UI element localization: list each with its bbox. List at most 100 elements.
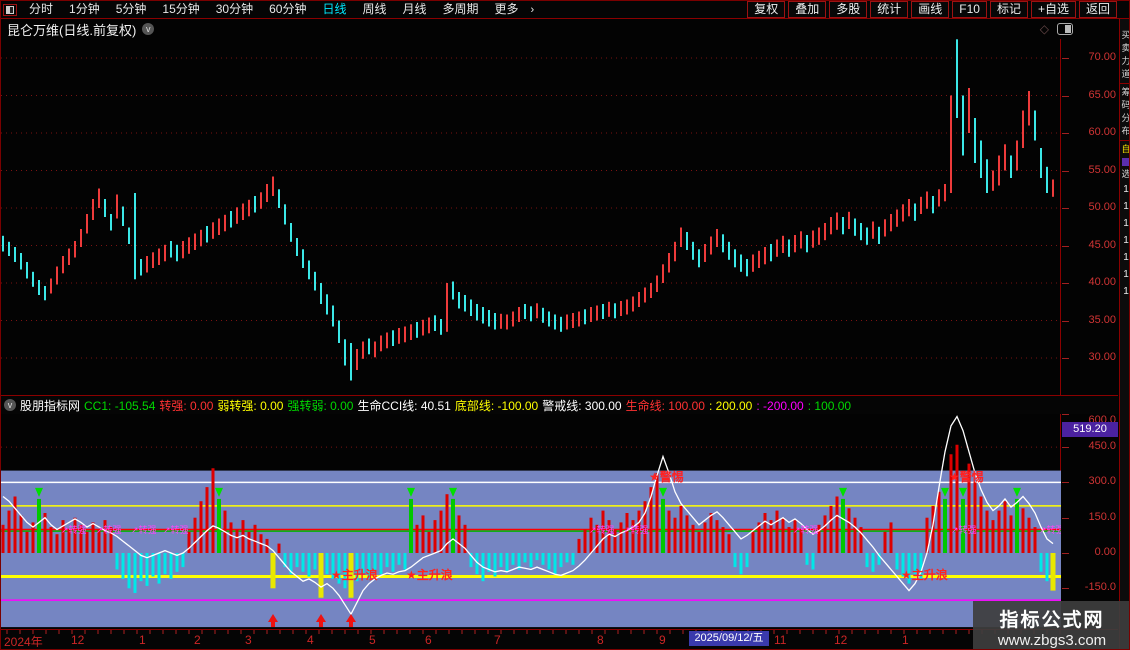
main-candlestick-chart[interactable] bbox=[1, 39, 1061, 395]
svg-text:★主升浪: ★主升浪 bbox=[331, 567, 378, 582]
period-tab-月线[interactable]: 月线 bbox=[395, 1, 435, 18]
period-tab-周线[interactable]: 周线 bbox=[354, 1, 394, 18]
sidebar-list-digit[interactable]: 1 bbox=[1120, 215, 1129, 232]
sidebar-char[interactable]: 买 bbox=[1120, 29, 1129, 42]
period-tab-15分钟[interactable]: 15分钟 bbox=[154, 1, 207, 18]
diamond-icon[interactable]: ◇ bbox=[1040, 22, 1049, 36]
indicator-field: 弱转强: 0.00 bbox=[217, 398, 284, 413]
title-dropdown-icon[interactable]: v bbox=[142, 23, 155, 35]
indicator-field: 生命线: 100.00 bbox=[625, 398, 705, 413]
time-axis-label: 1 bbox=[902, 633, 909, 647]
indicator-field: : 200.00 bbox=[708, 398, 753, 413]
sidebar-char[interactable]: 道 bbox=[1120, 68, 1129, 81]
indicator-axis-label: 300.0 bbox=[1088, 475, 1116, 488]
indicator-field: 警戒线: 300.00 bbox=[542, 398, 622, 413]
price-axis-label: 65.00 bbox=[1088, 88, 1116, 101]
price-axis-label: 30.00 bbox=[1088, 351, 1116, 363]
more-chevron-icon[interactable]: › bbox=[527, 4, 539, 16]
sidebar-tab-active[interactable]: 自 bbox=[1120, 143, 1129, 156]
svg-text:↗转强: ↗转强 bbox=[623, 524, 649, 535]
sidebar-list-digit[interactable]: 1 bbox=[1120, 266, 1129, 283]
svg-text:↗转强: ↗转强 bbox=[793, 524, 819, 535]
time-axis-label: 12 bbox=[834, 633, 848, 647]
price-axis-label: 60.00 bbox=[1088, 126, 1116, 138]
toolbar-button-多股[interactable]: 多股 bbox=[829, 1, 868, 18]
time-axis-label: 7 bbox=[494, 633, 501, 647]
svg-text:↗转强: ↗转强 bbox=[163, 524, 189, 535]
right-sidebar[interactable]: 买卖力道筹码分布自选1111111 bbox=[1119, 19, 1129, 649]
indicator-axis-label: 450.0 bbox=[1088, 440, 1116, 453]
period-tab-1分钟[interactable]: 1分钟 bbox=[61, 1, 108, 18]
period-tab-更多[interactable]: 更多 bbox=[487, 1, 527, 18]
indicator-axis: 600.0 450.0 300.0 150.0 0.00 -150.0 519.20 bbox=[1062, 414, 1118, 629]
price-axis: 70.00 65.00 60.00 55.00 50.00 45.00 40.00 35.00… bbox=[1062, 39, 1118, 395]
time-axis-label: 5 bbox=[369, 633, 376, 647]
split-panel-icon[interactable] bbox=[1057, 23, 1073, 35]
indicator-axis-label: 0.00 bbox=[1094, 546, 1116, 558]
period-tab-60分钟[interactable]: 60分钟 bbox=[261, 1, 314, 18]
sidebar-list-digit[interactable]: 1 bbox=[1120, 198, 1129, 215]
price-axis-label: 70.00 bbox=[1088, 51, 1116, 63]
watermark-url: www.zbgs3.com bbox=[997, 632, 1107, 649]
time-axis-label: 12 bbox=[71, 633, 85, 647]
price-axis-label: 50.00 bbox=[1088, 201, 1116, 213]
indicator-current-value: 519.20 bbox=[1062, 422, 1118, 437]
toolbar-button-叠加[interactable]: 叠加 bbox=[788, 1, 827, 18]
price-axis-label: 55.00 bbox=[1088, 163, 1116, 176]
price-axis-label: 40.00 bbox=[1088, 276, 1116, 288]
indicator-field: 强转弱: 0.00 bbox=[287, 398, 354, 413]
svg-text:★主升浪: ★主升浪 bbox=[901, 567, 948, 582]
period-tab-5分钟[interactable]: 5分钟 bbox=[108, 1, 155, 18]
cci-indicator-chart[interactable]: ★主升浪 ★主升浪 ★主升浪 ★警惕 ★警惕 ↗转强 ↗转强 ↗转强 ↗转强 ↗转强 ↗转强 ↗转强 ↗… bbox=[1, 414, 1065, 629]
sidebar-char[interactable]: 分 bbox=[1120, 112, 1129, 125]
toolbar-button-统计[interactable]: 统计 bbox=[870, 1, 909, 18]
sidebar-char[interactable]: 布 bbox=[1120, 125, 1129, 138]
app-layout-icon[interactable] bbox=[3, 3, 17, 16]
toolbar-button-返回[interactable]: 返回 bbox=[1078, 1, 1117, 18]
sidebar-char[interactable]: 码 bbox=[1120, 99, 1129, 112]
indicator-field: 生命CCI线: 40.51 bbox=[357, 398, 451, 413]
price-axis-label: 45.00 bbox=[1088, 238, 1116, 251]
indicator-field: 底部线: -100.00 bbox=[454, 398, 539, 413]
period-tab-30分钟[interactable]: 30分钟 bbox=[208, 1, 261, 18]
svg-text:↗转强: ↗转强 bbox=[951, 524, 977, 535]
sidebar-char[interactable]: 选 bbox=[1120, 168, 1129, 181]
sidebar-list-digit[interactable]: 1 bbox=[1120, 181, 1129, 198]
toolbar-button-+自选[interactable]: +自选 bbox=[1030, 1, 1076, 18]
selected-date-badge: 2025/09/12/五 bbox=[689, 631, 769, 646]
toolbar-button-F10[interactable]: F10 bbox=[952, 1, 987, 18]
indicator-axis-label: 150.0 bbox=[1088, 510, 1116, 523]
svg-text:↗转强: ↗转强 bbox=[131, 524, 157, 535]
period-tab-日线[interactable]: 日线 bbox=[314, 1, 354, 18]
top-period-toolbar: 分时 1分钟 5分钟 15分钟 30分钟 60分钟 日线 周线 月线 多周期 更多 › 复权 叠加 多股… bbox=[1, 1, 1129, 19]
indicator-field: : 100.00 bbox=[807, 398, 852, 413]
watermark-title: 指标公式网 bbox=[999, 610, 1105, 631]
sidebar-marker bbox=[1121, 158, 1129, 166]
time-axis-label: 1 bbox=[139, 633, 146, 647]
chart-title-bar: 昆仑万维(日线.前复权) v ◇ bbox=[1, 19, 1118, 39]
stock-title: 昆仑万维(日线.前复权) bbox=[7, 22, 137, 38]
toolbar-button-标记[interactable]: 标记 bbox=[989, 1, 1028, 18]
period-tab-多周期[interactable]: 多周期 bbox=[435, 1, 487, 18]
sidebar-char[interactable]: 筹 bbox=[1120, 86, 1129, 99]
time-axis[interactable]: 2024年 12 1 2 3 4 5 6 7 8 9 11 12 1 2025/09/12/五 bbox=[1, 629, 1118, 649]
sidebar-list-digit[interactable]: 1 bbox=[1120, 249, 1129, 266]
sidebar-list-digit[interactable]: 1 bbox=[1120, 283, 1129, 300]
time-axis-label: 6 bbox=[425, 633, 432, 647]
indicator-field: : -200.00 bbox=[756, 398, 804, 413]
time-axis-label: 9 bbox=[659, 633, 666, 647]
indicator-header: v 股朋指标网 CC1: -105.54 转强: 0.00 弱转强: 0.00 强转弱… bbox=[1, 396, 1118, 414]
watermark: 指标公式网 www.zbgs3.com bbox=[973, 601, 1129, 649]
indicator-collapse-icon[interactable]: v bbox=[4, 399, 16, 411]
svg-text:↗转强: ↗转强 bbox=[96, 524, 122, 535]
sidebar-list-digit[interactable]: 1 bbox=[1120, 232, 1129, 249]
toolbar-button-复权[interactable]: 复权 bbox=[747, 1, 786, 18]
sidebar-char[interactable]: 力 bbox=[1120, 55, 1129, 68]
toolbar-button-画线[interactable]: 画线 bbox=[911, 1, 950, 18]
time-axis-label: 4 bbox=[307, 633, 314, 647]
sidebar-char[interactable]: 卖 bbox=[1120, 42, 1129, 55]
svg-text:★警惕: ★警惕 bbox=[949, 469, 984, 484]
indicator-axis-label: -150.0 bbox=[1084, 581, 1116, 594]
svg-text:★主升浪: ★主升浪 bbox=[406, 567, 453, 582]
period-tab-分时[interactable]: 分时 bbox=[21, 1, 61, 18]
